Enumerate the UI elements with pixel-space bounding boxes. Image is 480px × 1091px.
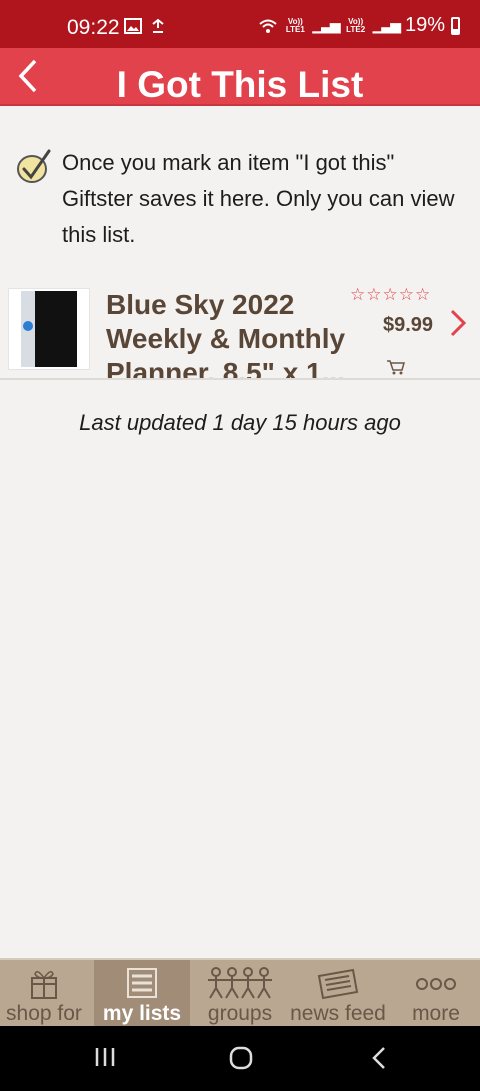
home-button[interactable] (229, 1046, 253, 1070)
chevron-right-icon (450, 309, 467, 337)
transfer-icon (152, 18, 164, 33)
recents-button[interactable] (94, 1046, 116, 1068)
item-rating-stars: ☆☆☆☆☆ (350, 285, 432, 304)
cart-icon (387, 360, 405, 375)
wifi-icon (259, 19, 278, 33)
tab-more[interactable]: more (398, 960, 474, 1028)
more-icon (416, 978, 456, 990)
group-icon (208, 967, 272, 999)
list-item[interactable]: Blue Sky 2022 Weekly & Monthly Planner, … (0, 280, 480, 380)
sim1-label: Vo)) LTE1 (285, 16, 305, 34)
status-time: 09:22 (67, 16, 120, 39)
list-icon (127, 968, 157, 998)
system-nav-bar (0, 1026, 480, 1091)
signal-bars-icon-2: ▁▃▅ (372, 17, 401, 33)
tab-label: my lists (102, 1002, 182, 1025)
sim2-label: Vo)) LTE2 (346, 16, 366, 34)
signal-bars-icon: ▁▃▅ (312, 17, 340, 33)
tab-label: groups (207, 1002, 273, 1025)
item-thumbnail (8, 288, 90, 370)
battery-icon (451, 16, 460, 35)
battery-percent: 19% (404, 14, 445, 36)
item-price: $9.99 (383, 314, 434, 336)
tab-shop-for[interactable]: shop for (0, 960, 88, 1028)
checkmark-icon (17, 149, 51, 183)
tab-label: more (412, 1002, 460, 1025)
status-bar: 09:22 Vo)) LTE1 ▁▃▅ Vo)) LTE2 ▁▃▅ 19% (0, 0, 480, 48)
item-title: Blue Sky 2022 Weekly & Monthly Planner, … (106, 289, 346, 380)
tab-groups[interactable]: groups (196, 960, 284, 1028)
tab-label: shop for (6, 1002, 82, 1025)
last-updated-text: Last updated 1 day 15 hours ago (79, 410, 401, 435)
tab-label: news feed (290, 1002, 386, 1025)
nav-back-button[interactable] (370, 1046, 388, 1070)
image-icon (124, 18, 142, 34)
info-text: Once you mark an item "I got this" Gifts… (62, 150, 455, 247)
status-system-icons: Vo)) LTE1 ▁▃▅ Vo)) LTE2 ▁▃▅ 19% (258, 14, 460, 37)
status-notification-icons (124, 18, 166, 34)
newspaper-icon (317, 968, 359, 1000)
tab-news-feed[interactable]: news feed (284, 960, 392, 1028)
gift-icon (31, 971, 57, 999)
page-title: I Got This List (116, 64, 364, 105)
header-bar: I Got This List (0, 48, 480, 106)
tab-my-lists[interactable]: my lists (94, 960, 190, 1028)
bottom-tab-bar: shop for my lists groups news feed more (0, 958, 480, 1028)
